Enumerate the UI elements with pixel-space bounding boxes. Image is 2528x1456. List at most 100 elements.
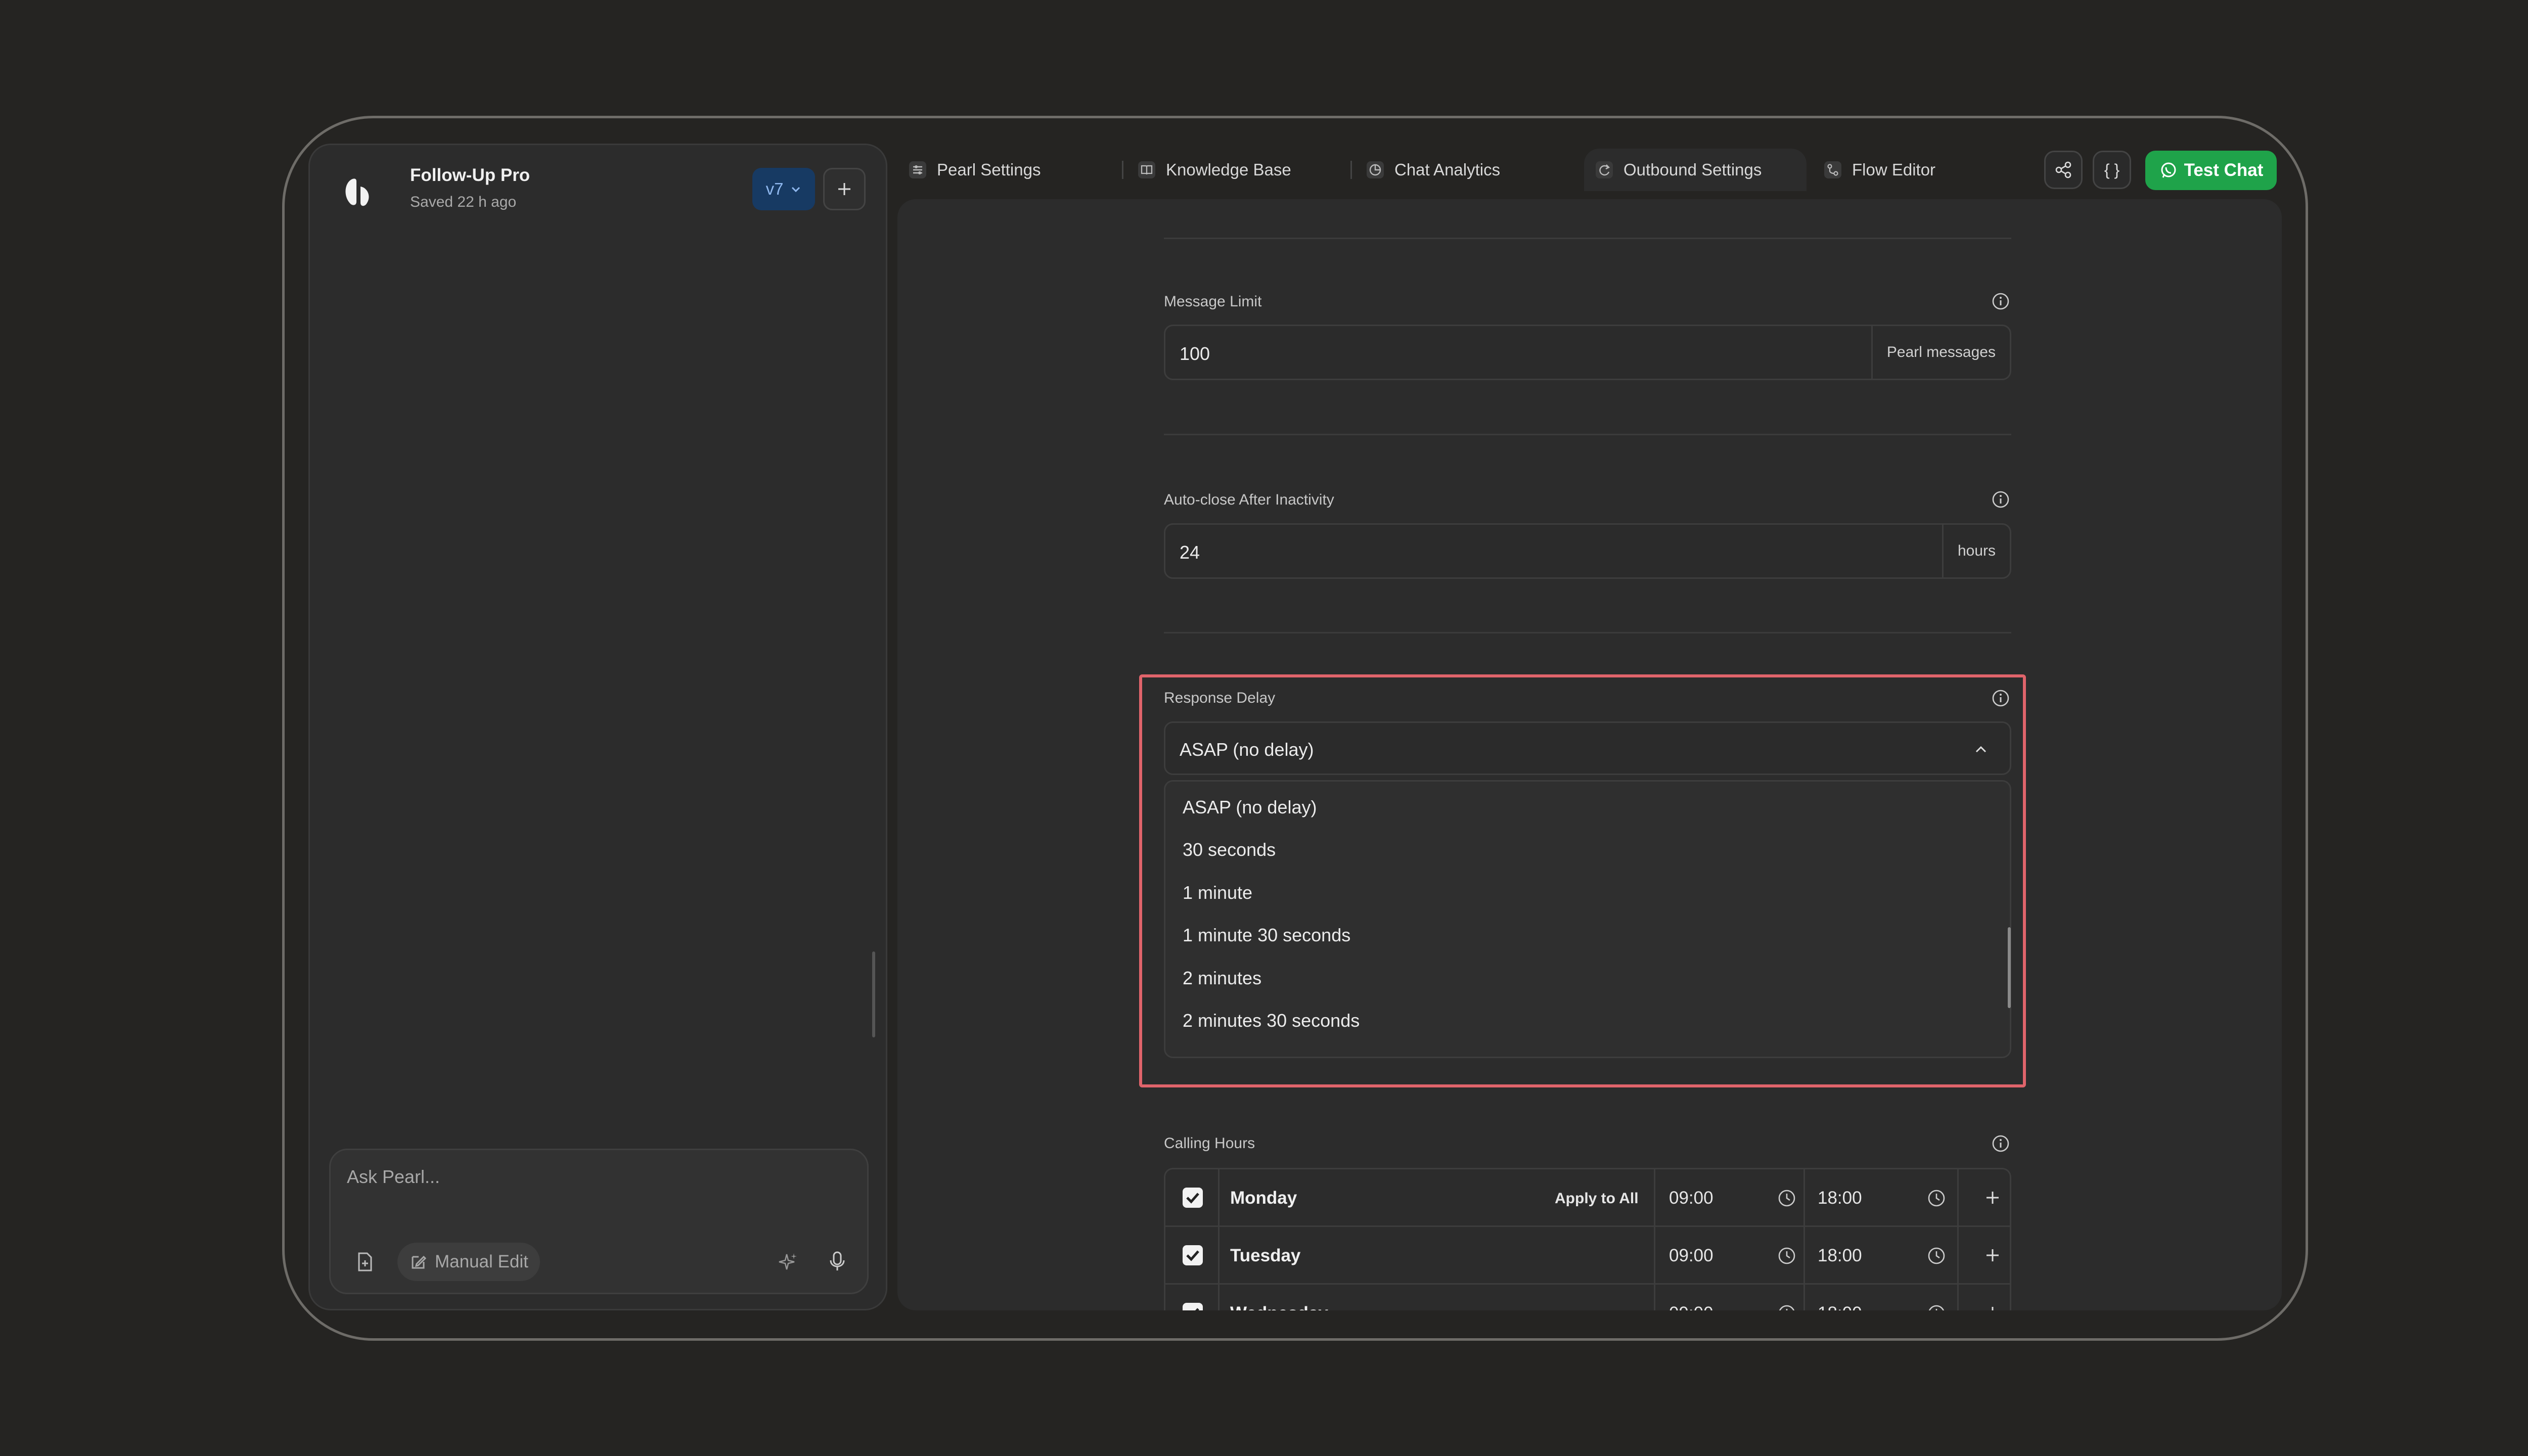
info-icon[interactable] [1991,292,2010,311]
tab-outbound-settings[interactable]: Outbound Settings [1584,149,1807,191]
clock-icon[interactable] [1777,1304,1796,1310]
auto-close-label: Auto-close After Inactivity [1164,491,1334,508]
attach-file-icon[interactable] [354,1251,375,1272]
chevron-up-icon [1975,746,1987,753]
ask-input[interactable]: Ask Pearl... [347,1166,440,1188]
tab-flow-editor[interactable]: Flow Editor [1813,149,1995,191]
check-icon [1186,1250,1199,1261]
cell-divider [1654,1285,1655,1310]
check-icon [1195,1308,1199,1310]
whatsapp-icon [2161,162,2176,178]
tab-chat-analytics[interactable]: Chat Analytics [1355,149,1567,191]
start-time-input[interactable]: 09:00 [1669,1188,1713,1208]
auto-close-input[interactable]: 24 [1180,542,1200,563]
cell-divider [1803,1169,1805,1227]
tab-label: Flow Editor [1852,160,1936,179]
add-time-slot-icon[interactable] [1983,1246,2002,1264]
app-name: Follow-Up Pro [410,165,530,185]
message-limit-field[interactable]: 100 Pearl messages [1164,325,2011,380]
clock-icon[interactable] [1777,1189,1796,1208]
end-time-input[interactable]: 18:00 [1818,1246,1862,1266]
clock-icon[interactable] [1927,1189,1946,1208]
response-delay-select[interactable]: ASAP (no delay) [1164,721,2011,775]
sidebar-scrollbar[interactable] [872,951,875,1037]
test-chat-button[interactable]: Test Chat [2145,151,2277,190]
response-delay-value: ASAP (no delay) [1180,739,1314,760]
dropdown-option[interactable]: 30 seconds [1183,839,1276,860]
end-time-input[interactable]: 18:00 [1818,1303,1862,1310]
message-limit-label: Message Limit [1164,293,1262,310]
cell-divider [1654,1227,1655,1285]
start-time-input[interactable]: 09:00 [1669,1246,1713,1266]
tab-label: Outbound Settings [1623,160,1762,179]
book-icon [1138,161,1155,178]
calling-hours-table: Monday Apply to All 09:00 18:00 Tuesday … [1164,1168,2011,1310]
microphone-icon[interactable] [826,1250,848,1272]
dropdown-option[interactable]: ASAP (no delay) [1183,797,1317,818]
tab-knowledge-base[interactable]: Knowledge Base [1126,149,1339,191]
dropdown-option[interactable]: 2 minutes 30 seconds [1183,1010,1360,1031]
response-delay-label: Response Delay [1164,690,1276,706]
ask-pearl-box[interactable]: Ask Pearl... Manual Edit [329,1149,869,1294]
flow-icon [1824,161,1841,178]
edit-icon [412,1255,427,1269]
cell-divider [1957,1227,1959,1285]
response-delay-dropdown: ASAP (no delay) 30 seconds 1 minute 1 mi… [1164,780,2011,1058]
day-checkbox[interactable] [1183,1245,1203,1265]
tab-label: Pearl Settings [937,160,1041,179]
code-button[interactable]: { } [2093,151,2131,189]
clock-icon[interactable] [1777,1246,1796,1265]
cell-divider [1218,1227,1220,1285]
tab-divider [1122,161,1123,179]
cell-divider [1957,1285,1959,1310]
dropdown-option[interactable]: 2 minutes [1183,968,1261,989]
manual-edit-label: Manual Edit [435,1252,528,1271]
day-checkbox[interactable] [1183,1303,1203,1310]
section-divider [1164,434,2011,435]
start-time-input[interactable]: 09:00 [1669,1303,1713,1310]
add-time-slot-icon[interactable] [1983,1189,2002,1207]
sparkle-icon[interactable] [777,1251,799,1273]
version-label: v7 [765,179,784,198]
day-checkbox[interactable] [1183,1188,1203,1208]
dropdown-option[interactable]: 1 minute [1183,882,1252,903]
cell-divider [1218,1285,1220,1310]
dropdown-option[interactable]: 1 minute 30 seconds [1183,925,1350,946]
version-selector[interactable]: v7 [752,168,815,210]
section-divider [1164,238,2011,239]
add-time-slot-icon[interactable] [1983,1304,2002,1310]
cell-divider [1218,1169,1220,1227]
manual-edit-button[interactable]: Manual Edit [397,1243,540,1281]
info-icon[interactable] [1991,490,2010,509]
calling-hours-row: Tuesday 09:00 18:00 [1165,1227,2010,1285]
chevron-down-icon [792,187,800,193]
clock-icon[interactable] [1927,1246,1946,1265]
message-limit-input[interactable]: 100 [1180,343,1210,365]
info-icon[interactable] [1991,1134,2010,1153]
tab-label: Knowledge Base [1166,160,1291,179]
plus-icon [838,183,850,195]
code-icon: { } [2104,160,2120,179]
sliders-icon [909,161,926,178]
cell-divider [1654,1169,1655,1227]
day-label: Tuesday [1230,1246,1301,1265]
auto-close-unit: hours [1942,525,2010,577]
outbound-icon [1596,161,1613,178]
check-icon [1186,1193,1199,1204]
info-icon[interactable] [1991,689,2010,708]
day-label: Monday [1230,1188,1297,1208]
new-version-button[interactable] [823,168,866,210]
tab-pearl-settings[interactable]: Pearl Settings [897,149,1110,191]
clock-icon[interactable] [1927,1304,1946,1310]
end-time-input[interactable]: 18:00 [1818,1188,1862,1208]
day-label: Wednesday [1230,1303,1328,1310]
cell-divider [1957,1169,1959,1227]
message-limit-unit: Pearl messages [1871,326,2010,379]
auto-close-field[interactable]: 24 hours [1164,523,2011,579]
calling-hours-row: Wednesday 09:00 18:00 [1165,1285,2010,1310]
dropdown-scrollbar[interactable] [2008,927,2011,1008]
apply-to-all-button[interactable]: Apply to All [1555,1190,1639,1207]
cell-divider [1803,1227,1805,1285]
share-button[interactable] [2044,151,2083,189]
cell-divider [1803,1285,1805,1310]
